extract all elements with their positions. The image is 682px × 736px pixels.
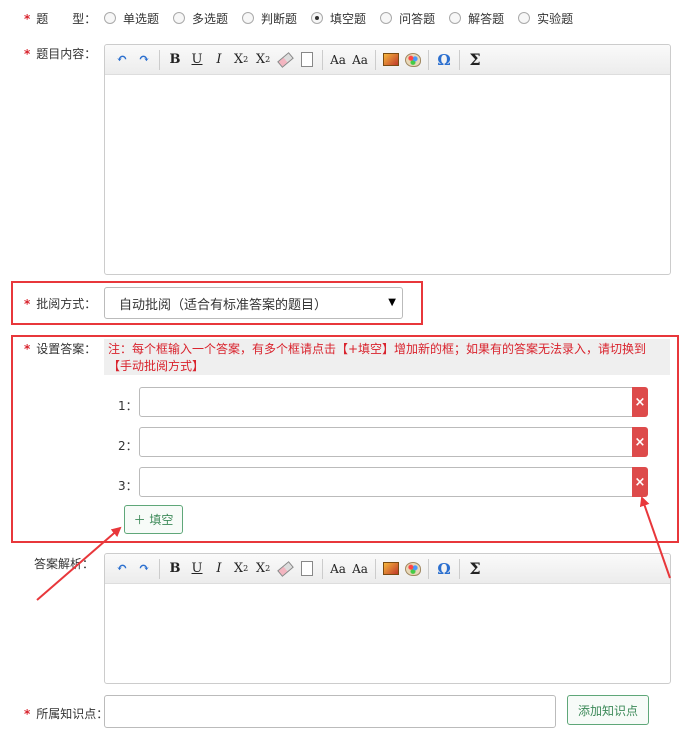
font-style-alt-icon[interactable]: Aa [349,49,371,71]
font-style-alt-icon[interactable]: Aa [349,558,371,580]
paste-doc-icon[interactable] [296,49,318,71]
toolbar-divider [159,558,160,579]
radio-dot[interactable] [242,12,255,24]
omega-icon[interactable]: Ω [433,558,455,580]
grading-method-label: * 批阅方式： [24,297,97,311]
set-answers-label: * 设置答案： [24,342,97,356]
answer-index-label: 3： [118,479,138,493]
delete-answer-button-1[interactable]: × [632,387,648,417]
radio-dot[interactable] [449,12,462,24]
toolbar-divider [375,49,376,70]
close-icon: × [634,474,646,490]
radio-true-false[interactable]: 判断题 [242,10,297,27]
eraser-icon[interactable] [274,49,296,71]
question-type-label: * 题 型： [24,12,97,26]
redo-icon[interactable]: ↷ [133,558,155,580]
radio-dot[interactable] [104,12,116,24]
question-type-radio-group: 单选题 多选题 判断题 填空题 问答题 解答题 实验题 [104,10,587,26]
omega-icon[interactable]: Ω [433,49,455,71]
sigma-icon[interactable]: Σ [464,49,486,71]
radio-dot[interactable] [173,12,186,24]
bold-icon[interactable]: B [164,558,186,580]
palette-icon[interactable] [402,49,424,71]
editor-content-area[interactable] [105,584,670,683]
question-content-label: * 题目内容： [24,47,97,61]
redo-icon[interactable]: ↷ [133,49,155,71]
answer-index-label: 2： [118,439,138,453]
toolbar-divider [322,49,323,70]
radio-fill-blank[interactable]: 填空题 [311,10,366,27]
radio-single-choice[interactable]: 单选题 [104,10,159,27]
radio-dot-checked[interactable] [311,12,324,24]
radio-short-answer[interactable]: 问答题 [380,10,435,27]
add-knowledge-point-button[interactable]: 添加知识点 [567,695,649,725]
radio-experiment[interactable]: 实验题 [518,10,573,27]
editor-content-area[interactable] [105,75,670,274]
toolbar-divider [375,558,376,579]
superscript-icon[interactable]: X2 [230,49,252,71]
knowledge-point-label: * 所属知识点： [24,707,109,721]
answer-index-label: 1： [118,399,138,413]
answer-input-1[interactable] [139,387,633,417]
editor-toolbar: ↶ ↷ B U I X2 X2 Aa Aa Ω Σ [105,554,670,584]
grading-method-select[interactable]: 自动批阅（适合有标准答案的题目） ▼ [104,287,403,319]
eraser-icon[interactable] [274,558,296,580]
close-icon: × [634,434,646,450]
radio-dot[interactable] [380,12,393,24]
delete-answer-button-3[interactable]: × [632,467,648,497]
question-content-editor: ↶ ↷ B U I X2 X2 Aa Aa Ω Σ [104,44,671,275]
close-icon: × [634,394,646,410]
add-blank-button[interactable]: ＋ 填空 [124,505,183,534]
knowledge-point-input[interactable] [104,695,556,728]
answer-analysis-label: 答案解析： [34,557,95,571]
subscript-icon[interactable]: X2 [252,558,274,580]
underline-icon[interactable]: U [186,49,208,71]
superscript-icon[interactable]: X2 [230,558,252,580]
radio-solution[interactable]: 解答题 [449,10,504,27]
undo-icon[interactable]: ↶ [111,49,133,71]
undo-icon[interactable]: ↶ [111,558,133,580]
subscript-icon[interactable]: X2 [252,49,274,71]
answers-note: 注：每个框输入一个答案，有多个框请点击【+填空】增加新的框；如果有的答案无法录入… [104,339,670,375]
toolbar-divider [159,49,160,70]
toolbar-divider [459,49,460,70]
editor-toolbar: ↶ ↷ B U I X2 X2 Aa Aa Ω Σ [105,45,670,75]
font-style-icon[interactable]: Aa [327,558,349,580]
palette-icon[interactable] [402,558,424,580]
answer-analysis-editor: ↶ ↷ B U I X2 X2 Aa Aa Ω Σ [104,553,671,684]
toolbar-divider [322,558,323,579]
image-icon[interactable] [380,558,402,580]
delete-answer-button-2[interactable]: × [632,427,648,457]
answer-input-2[interactable] [139,427,633,457]
font-style-icon[interactable]: Aa [327,49,349,71]
underline-icon[interactable]: U [186,558,208,580]
sigma-icon[interactable]: Σ [464,558,486,580]
toolbar-divider [428,49,429,70]
paste-doc-icon[interactable] [296,558,318,580]
bold-icon[interactable]: B [164,49,186,71]
answer-input-3[interactable] [139,467,633,497]
caret-down-icon: ▼ [388,297,396,308]
toolbar-divider [459,558,460,579]
italic-icon[interactable]: I [208,558,230,580]
toolbar-divider [428,558,429,579]
italic-icon[interactable]: I [208,49,230,71]
image-icon[interactable] [380,49,402,71]
radio-multiple-choice[interactable]: 多选题 [173,10,228,27]
radio-dot[interactable] [518,12,531,24]
